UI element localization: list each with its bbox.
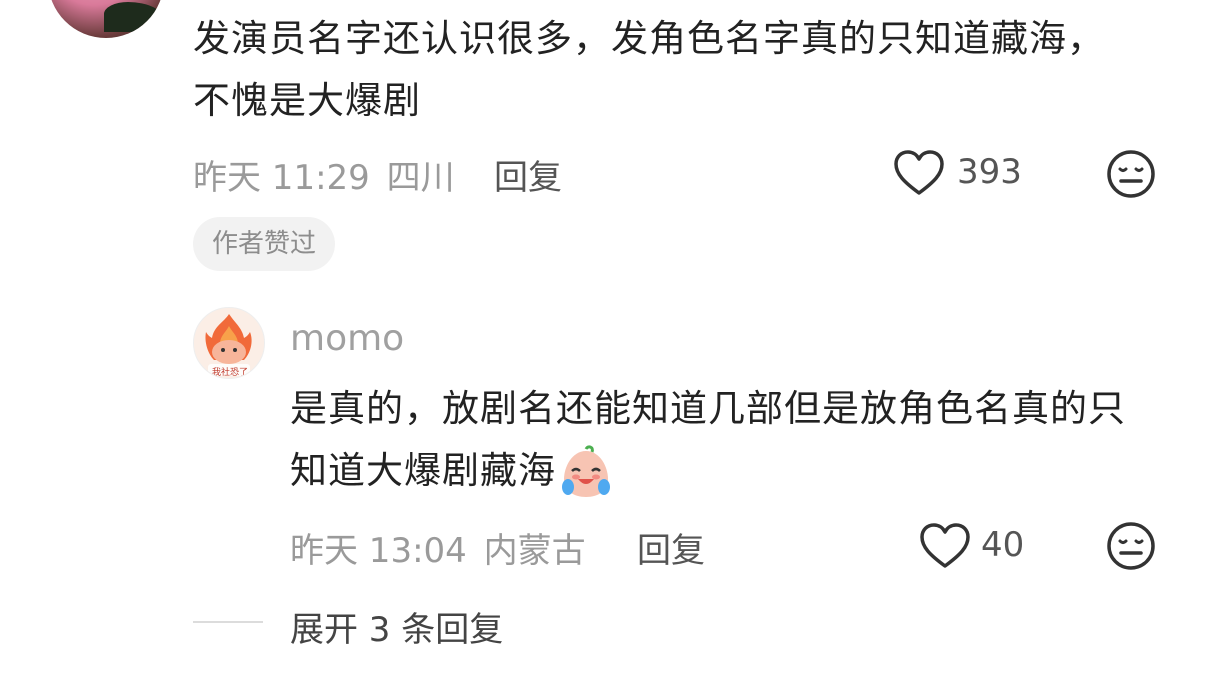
expand-replies-button[interactable]: 展开 3 条回复: [290, 602, 503, 651]
reply-avatar[interactable]: 我社恐了: [193, 307, 265, 379]
avatar-tree-shape: [104, 2, 164, 32]
author-liked-badge: 作者赞过: [193, 217, 336, 271]
reply-like-count: 40: [981, 525, 1025, 565]
reply-text-content: 是真的，放剧名还能知道几部但是放角色名真的只知道大爆剧藏海: [290, 387, 1126, 492]
commenter-avatar[interactable]: [48, 0, 164, 38]
reply-text: 是真的，放剧名还能知道几部但是放角色名真的只知道大爆剧藏海: [290, 378, 1150, 502]
meh-face-icon: [1107, 522, 1155, 570]
reply-reply-button[interactable]: 回复: [637, 523, 705, 572]
comment-reply-button[interactable]: 回复: [494, 150, 562, 199]
reply-username[interactable]: momo: [290, 318, 404, 359]
comment-dislike-button[interactable]: [1106, 149, 1156, 199]
expand-divider: [193, 621, 263, 623]
reply-location: 内蒙古: [483, 531, 586, 571]
comment-time: 昨天 11:29: [193, 158, 370, 198]
reply-time: 昨天 13:04: [290, 531, 467, 571]
crying-laughing-bun-emoji-icon: [558, 444, 614, 501]
reply-meta: 昨天 13:04 内蒙古: [290, 523, 586, 572]
meh-face-icon: [1107, 150, 1155, 198]
reply-like-button[interactable]: [918, 521, 972, 571]
comment-like-count: 393: [957, 152, 1022, 192]
avatar-caption: 我社恐了: [212, 368, 249, 378]
comment-like-button[interactable]: [892, 148, 946, 198]
comment-meta: 昨天 11:29 四川: [193, 150, 455, 199]
heart-outline-icon: [920, 523, 970, 568]
reply-dislike-button[interactable]: [1106, 521, 1156, 571]
heart-outline-icon: [894, 150, 944, 195]
comment-location: 四川: [386, 158, 455, 198]
comment-text: 发演员名字还认识很多，发角色名字真的只知道藏海，不愧是大爆剧: [193, 17, 1105, 122]
